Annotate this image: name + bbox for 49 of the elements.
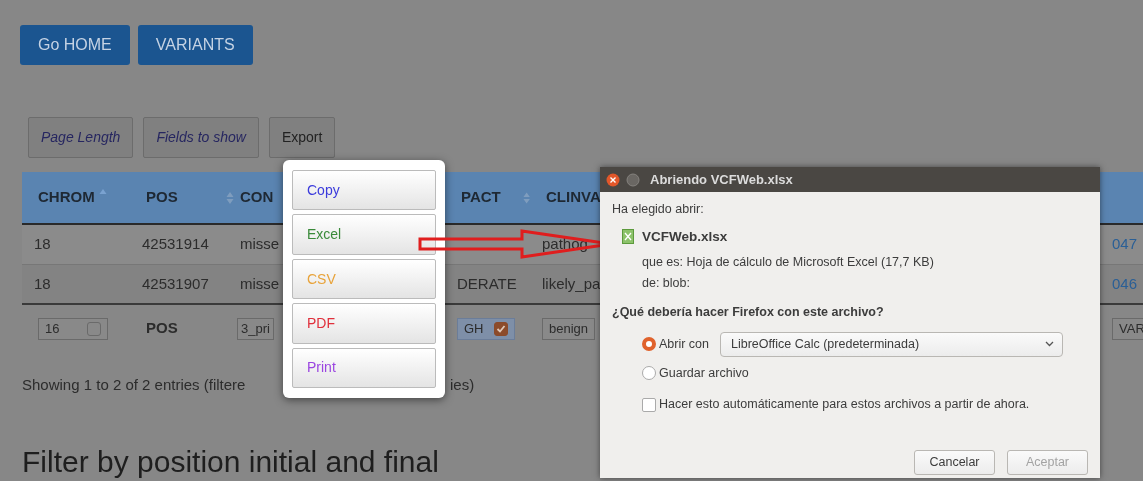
toolbar-button[interactable]: Page Length bbox=[28, 117, 134, 158]
table-cell-text: 18 bbox=[34, 234, 51, 255]
filter-field[interactable]: 16 bbox=[38, 317, 108, 340]
toolbar-button[interactable]: Export bbox=[268, 117, 336, 158]
dropdown-caret-icon bbox=[1045, 341, 1055, 348]
remember-checkbox[interactable]: Hacer esto automáticamente para estos archivos a partir de ahora. bbox=[642, 395, 1088, 414]
dialog-button[interactable]: Cancelar bbox=[914, 450, 995, 475]
file-name: VCFWeb.xlsx bbox=[642, 227, 728, 246]
table-cell-text: 42531914 bbox=[142, 234, 209, 255]
dialog-text: que es: Hoja de cálculo de Microsoft Excel (17,7 KB) bbox=[642, 254, 935, 271]
app-select[interactable]: LibreOffice Calc (predeterminada) bbox=[720, 331, 1064, 357]
window-title: Abriendo VCFWeb.xlsx bbox=[650, 170, 793, 189]
column-header[interactable]: CHROM bbox=[38, 186, 95, 209]
sort-icon[interactable] bbox=[225, 190, 234, 205]
nav-button[interactable]: VARIANTS bbox=[137, 25, 253, 65]
menu-button[interactable]: Copy bbox=[292, 170, 436, 211]
filter-field[interactable]: GH bbox=[457, 317, 515, 340]
table-cell-text: 18 bbox=[34, 273, 51, 294]
section-heading: Filter by position initial and final bbox=[22, 443, 439, 480]
table-info: Showing 1 to 2 of 2 entries (filtere bbox=[22, 375, 246, 395]
radio-option[interactable]: Guardar archivo bbox=[642, 363, 749, 383]
checkbox[interactable] bbox=[493, 321, 508, 336]
column-header[interactable]: POS bbox=[146, 186, 178, 209]
checkbox[interactable] bbox=[87, 321, 101, 336]
filter-field[interactable]: benign bbox=[542, 317, 596, 340]
toolbar-button[interactable]: Fields to show bbox=[143, 117, 259, 158]
menu-button[interactable]: PDF bbox=[292, 303, 436, 344]
filter-label: POS bbox=[145, 318, 178, 339]
column-header[interactable]: CON bbox=[240, 186, 274, 209]
table-cell-text: 42531907 bbox=[142, 273, 209, 294]
table-cell-text: likely_pa bbox=[542, 273, 601, 294]
column-header[interactable]: PACT bbox=[461, 186, 501, 209]
table-info: ies) bbox=[450, 375, 475, 395]
filter-field[interactable]: 3_pri bbox=[237, 317, 274, 340]
spreadsheet-file-icon bbox=[622, 229, 634, 245]
menu-button[interactable]: Print bbox=[292, 347, 436, 389]
column-header[interactable]: CLINVA bbox=[546, 186, 601, 209]
radio-option[interactable]: Abrir con bbox=[642, 334, 710, 354]
nav-button[interactable]: Go HOME bbox=[20, 25, 130, 65]
table-cell-text: misse bbox=[240, 234, 280, 255]
table-cell-text: misse bbox=[240, 273, 280, 294]
menu-button[interactable]: Excel bbox=[292, 214, 436, 255]
dialog-question: ¿Qué debería hacer Firefox con este archivo? bbox=[612, 303, 885, 321]
dialog-text: Ha elegido abrir: bbox=[612, 201, 705, 218]
sort-icon[interactable] bbox=[522, 190, 530, 205]
close-icon[interactable] bbox=[606, 172, 620, 187]
minimize-icon[interactable] bbox=[626, 172, 640, 187]
dialog-text: de: blob: bbox=[642, 274, 691, 292]
table-cell-text: DERATE bbox=[457, 273, 517, 294]
